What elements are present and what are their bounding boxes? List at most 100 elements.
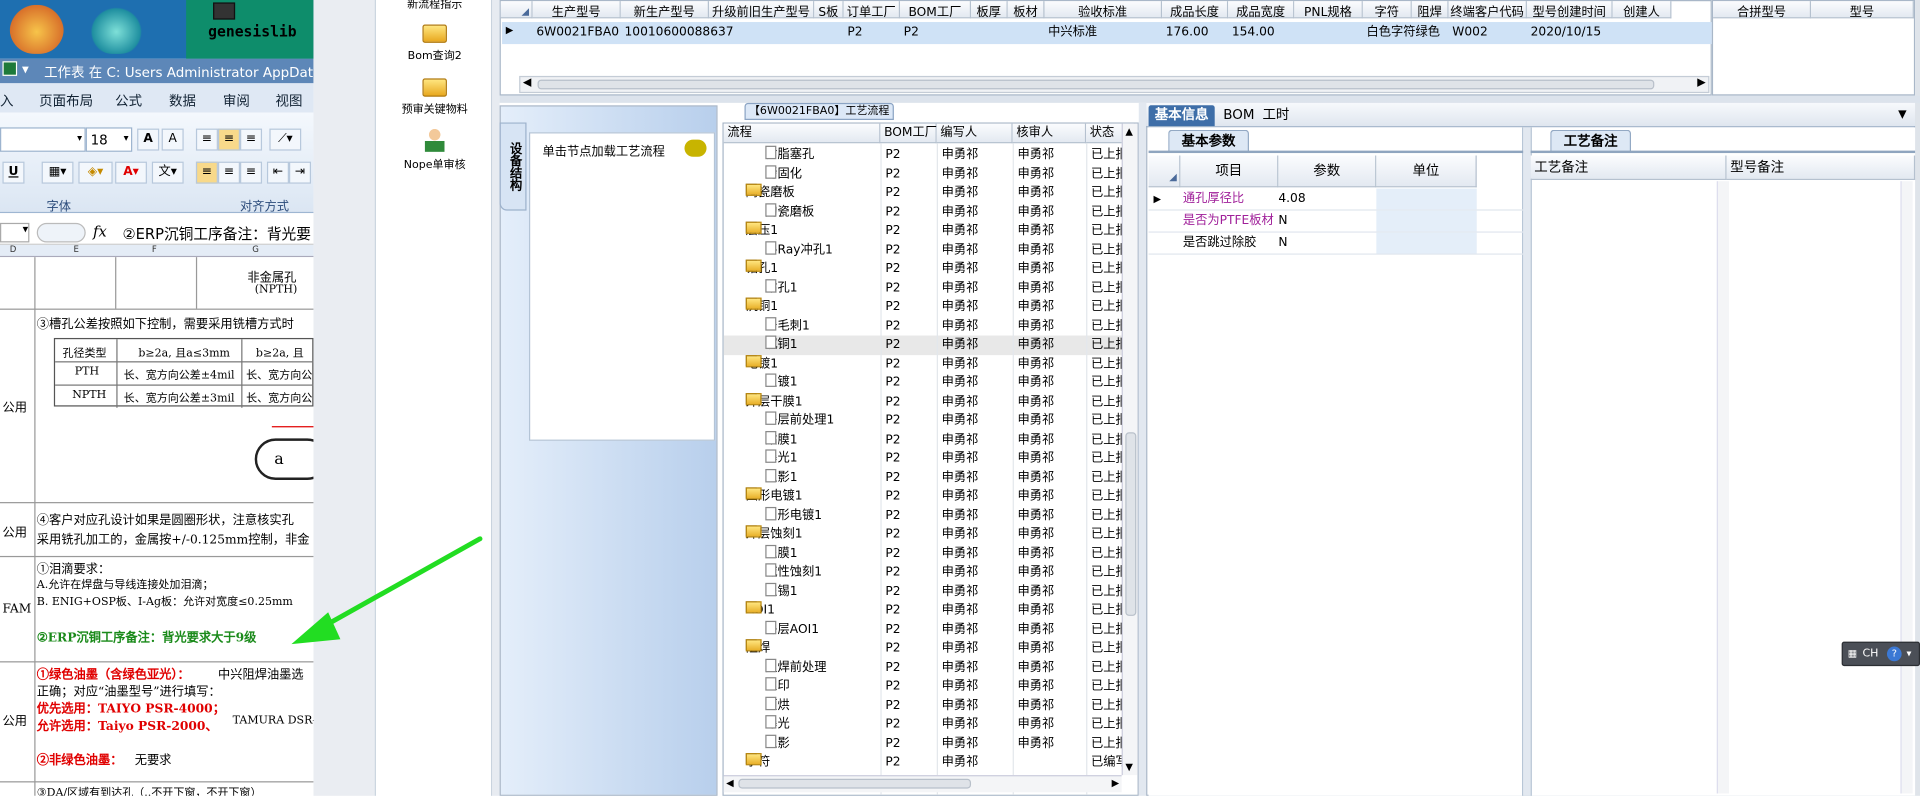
param-value[interactable]: N	[1276, 211, 1376, 233]
tree-node[interactable]: 碱性蚀刻1	[765, 563, 822, 581]
tree-node[interactable]: −字符	[745, 753, 770, 771]
tree-node[interactable]: 树脂塞孔	[765, 145, 814, 164]
sidebar-item-new-flow[interactable]: 新流程指示	[376, 0, 494, 11]
formula-content[interactable]: ②ERP沉铜工序备注：背光要	[122, 223, 310, 244]
table-row[interactable]: 是否跳过除胶 N	[1148, 232, 1524, 255]
menu-page-layout[interactable]: 页面布局	[39, 91, 93, 111]
tree-node[interactable]: 曝光1	[765, 449, 798, 467]
tree-row[interactable]: 曝光1 P2 申勇祁 申勇祁 已上报	[724, 449, 1128, 468]
tree-node[interactable]: −AOI1	[745, 601, 775, 619]
tree-row[interactable]: −阻焊P2申勇祁申勇祁已上报	[724, 639, 1128, 658]
tree-row[interactable]: 显影 P2 申勇祁 申勇祁 已上报	[724, 734, 1128, 753]
tree-node[interactable]: −电镀1	[745, 354, 778, 372]
column-header[interactable]: BOM工厂	[880, 123, 937, 144]
tree-row[interactable]: 阻焊前处理 P2 申勇祁 申勇祁 已上报	[724, 658, 1128, 677]
tree-node[interactable]: 阻焊前处理	[765, 658, 827, 676]
tab-basic-info[interactable]: 基本信息	[1148, 105, 1215, 127]
column-header[interactable]: 终端客户代码	[1448, 1, 1527, 19]
tree-row[interactable]: 贴膜1 P2 申勇祁 申勇祁 已上报	[724, 430, 1128, 449]
table-row[interactable]: ▶ 通孔厚径比 4.08	[1148, 188, 1524, 211]
fx-icon[interactable]: fx	[93, 223, 107, 240]
grid-horizontal-scrollbar[interactable]: ◀ ▶	[519, 75, 1710, 94]
tree-node[interactable]: 板镀1	[765, 373, 798, 391]
column-header[interactable]: 参数	[1278, 155, 1377, 188]
tree-row[interactable]: 树脂塞孔 P2 申勇祁 申勇祁 已上报	[724, 145, 1128, 165]
splitter[interactable]	[1523, 127, 1531, 796]
align-left-icon[interactable]: ≡	[195, 161, 218, 184]
tree-row[interactable]: 碱性蚀刻1 P2 申勇祁 申勇祁 已上报	[724, 563, 1128, 582]
tree-row[interactable]: −电镀1P2申勇祁申勇祁已上报	[724, 354, 1128, 373]
param-unit[interactable]	[1376, 232, 1477, 254]
column-header[interactable]: 合拼型号	[1713, 1, 1812, 19]
menu-formulas[interactable]: 公式	[115, 91, 142, 111]
tab-process-remark[interactable]: 工艺备注	[1550, 129, 1632, 152]
table-cell[interactable]	[975, 23, 1007, 43]
tree-node[interactable]: −沉铜1	[745, 297, 778, 316]
column-header[interactable]: 成品宽度	[1228, 1, 1295, 19]
fill-color-icon[interactable]: ◈▾	[78, 161, 113, 184]
comment-icon[interactable]	[684, 139, 707, 157]
column-header[interactable]: 成品长度	[1162, 1, 1229, 19]
phonetic-icon[interactable]: 文▾	[151, 161, 184, 184]
table-row[interactable]: 是否为PTFE板材 N	[1148, 210, 1524, 233]
column-header[interactable]: 型号备注	[1726, 155, 1916, 181]
tree-row[interactable]: 曝光 P2 申勇祁 申勇祁 已上报	[724, 715, 1128, 734]
column-header[interactable]: 型号创建时间	[1526, 1, 1613, 19]
tab-basic-params[interactable]: 基本参数	[1168, 129, 1249, 152]
tree-row[interactable]: 钻孔1 P2 申勇祁 申勇祁 已上报	[724, 278, 1128, 298]
param-unit[interactable]	[1376, 210, 1477, 232]
column-header[interactable]: 字符	[1362, 1, 1412, 19]
table-cell[interactable]: 白色字符	[1367, 23, 1416, 43]
orientation-icon[interactable]: ⟋▾	[269, 128, 302, 151]
column-header[interactable]: PNL规格	[1294, 1, 1363, 19]
tree-node[interactable]: −陶瓷磨板	[745, 183, 795, 202]
column-header[interactable]: 验收标准	[1044, 1, 1163, 19]
column-header[interactable]: 编写人	[936, 123, 1013, 144]
table-cell[interactable]	[1616, 23, 1670, 43]
tree-row[interactable]: −外层干膜1P2申勇祁申勇祁已上报	[724, 392, 1128, 411]
worksheet[interactable]: 非金属孔 (NPTH) 公用 公用 FAM 公用 ③槽孔公差按照如下控制，需要采…	[0, 257, 314, 796]
menu-view[interactable]: 视图	[276, 91, 303, 111]
splitter[interactable]	[499, 95, 1920, 103]
table-cell[interactable]: 2020/10/15	[1531, 23, 1612, 43]
tree-node[interactable]: 去毛刺1	[765, 316, 810, 335]
tree-node[interactable]: −图形电镀1	[745, 487, 803, 505]
chevron-down-icon[interactable]: ▾	[1907, 643, 1912, 665]
table-cell[interactable]: W002	[1452, 23, 1525, 43]
scroll-thumb[interactable]	[738, 778, 972, 789]
menu-data[interactable]: 数据	[169, 91, 196, 111]
column-header[interactable]: BOM工厂	[900, 1, 972, 19]
column-header[interactable]: 项目	[1180, 155, 1279, 188]
splitter[interactable]	[1138, 102, 1147, 796]
param-unit[interactable]	[1376, 188, 1477, 210]
column-header[interactable]: 阻焊	[1411, 1, 1449, 19]
col-header-e[interactable]: E	[73, 245, 78, 255]
tree-node[interactable]: 图形电镀1	[765, 506, 822, 524]
help-icon[interactable]: ?	[1886, 646, 1902, 662]
decrease-indent-icon[interactable]: ⇤	[266, 161, 289, 184]
fish-icon[interactable]	[88, 4, 145, 54]
col-header-d[interactable]: D	[10, 245, 17, 255]
column-header[interactable]: 板厚	[971, 1, 1008, 19]
tree-vertical-scrollbar[interactable]: ▲ ▼	[1121, 123, 1138, 776]
tree-row[interactable]: 退膜1 P2 申勇祁 申勇祁 已上报	[724, 544, 1128, 563]
menu-insert[interactable]: 入	[0, 91, 13, 111]
tree-node[interactable]: 退膜1	[765, 544, 798, 562]
tab-device-structure[interactable]: 设备结构	[499, 122, 527, 211]
tree-node[interactable]: 烤固化	[765, 164, 802, 183]
tab-work-hours[interactable]: 工时	[1256, 105, 1295, 126]
tree-row[interactable]: −外层蚀刻1P2申勇祁申勇祁已上报	[724, 525, 1128, 544]
tree-node[interactable]: 曝光	[765, 715, 790, 733]
table-cell[interactable]: 6W0021FBA0	[536, 23, 619, 43]
font-size-combo[interactable]: 18 ▾	[85, 127, 133, 152]
column-header[interactable]: 型号	[1811, 1, 1914, 19]
sidebar-item-bom-query[interactable]: Bom查询2	[376, 24, 494, 62]
formula-search-box[interactable]	[36, 222, 86, 243]
table-cell[interactable]	[713, 23, 813, 43]
name-box[interactable]: ▾	[0, 222, 30, 243]
splitter[interactable]	[492, 0, 500, 796]
tree-row[interactable]: 烤固化 P2 申勇祁 申勇祁 已上报	[724, 164, 1128, 184]
increase-indent-icon[interactable]: ⇥	[288, 161, 312, 184]
tree-node[interactable]: −层压1	[745, 221, 778, 240]
table-cell[interactable]	[1298, 23, 1362, 43]
